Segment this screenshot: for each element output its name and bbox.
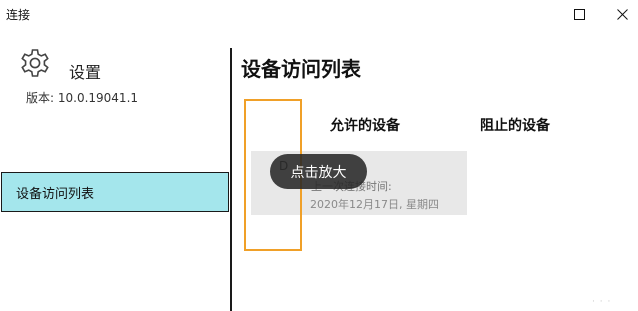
- close-button[interactable]: [608, 2, 636, 26]
- close-icon: [616, 8, 628, 20]
- tab-blocked-devices[interactable]: 阻止的设备: [480, 115, 550, 135]
- window-title: 连接: [6, 8, 31, 22]
- page-title: 设备访问列表: [241, 57, 361, 81]
- watermark: · · ·: [592, 297, 612, 307]
- sidebar-item-label: 设备访问列表: [16, 186, 95, 202]
- gear-icon[interactable]: [19, 47, 51, 83]
- maximize-button[interactable]: [565, 2, 593, 26]
- sidebar-item-device-access-list[interactable]: 设备访问列表: [1, 172, 229, 212]
- tab-allowed-devices[interactable]: 允许的设备: [330, 115, 400, 135]
- settings-label[interactable]: 设置: [69, 59, 101, 83]
- maximize-icon: [573, 8, 585, 20]
- zoom-tooltip[interactable]: 点击放大: [270, 154, 367, 189]
- last-connected-date: 2020年12月17日, 星期四: [310, 198, 439, 211]
- sidebar-divider: [230, 48, 232, 311]
- version-text: 版本: 10.0.19041.1: [26, 91, 139, 105]
- title-bar: 连接: [0, 0, 638, 30]
